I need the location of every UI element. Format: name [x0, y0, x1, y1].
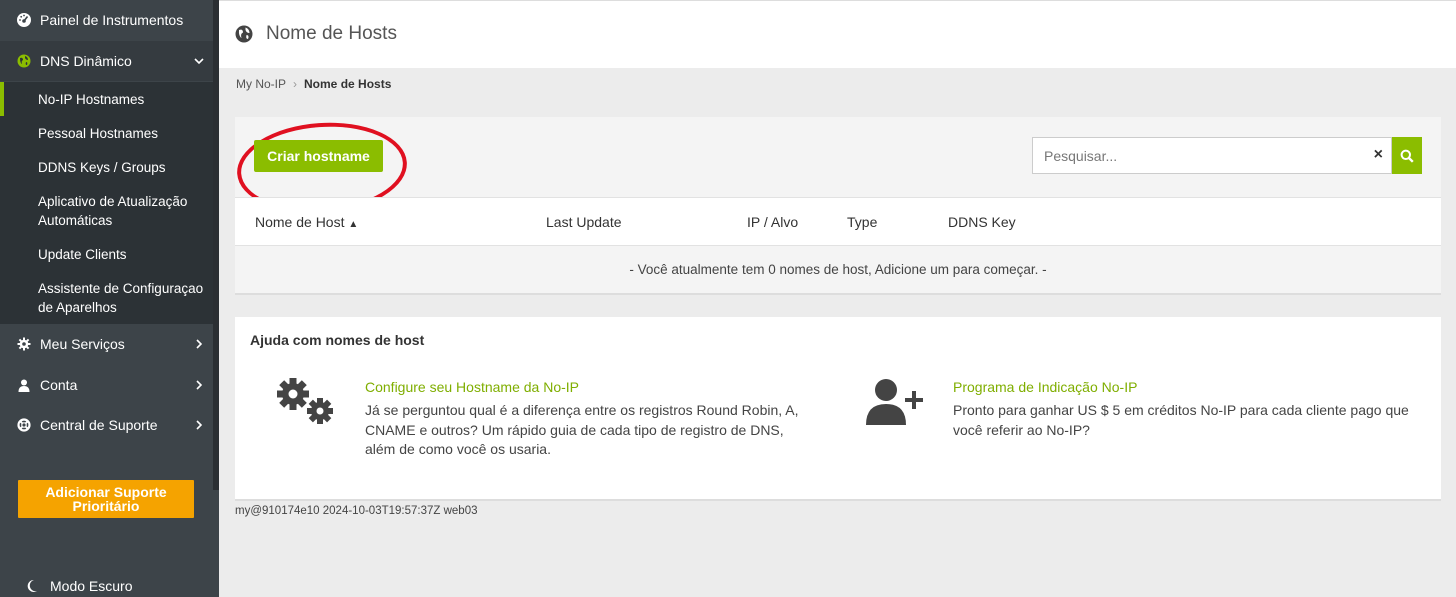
- column-header-hostname[interactable]: Nome de Host ▲: [255, 214, 358, 230]
- dashboard-icon: [16, 12, 32, 28]
- help-title: Ajuda com nomes de host: [250, 332, 425, 348]
- configure-hostname-link[interactable]: Configure seu Hostname da No-IP: [365, 379, 579, 395]
- sidebar-scrollbar[interactable]: [213, 0, 219, 490]
- configure-hostname-text: Já se perguntou qual é a diferença entre…: [365, 402, 799, 457]
- sidebar: Painel de Instrumentos DNS Dinâmico No-I…: [0, 0, 219, 597]
- submenu-item-device-config[interactable]: Assistente de Configuraçao de Aparelhos: [38, 279, 208, 317]
- sidebar-item-label: Painel de Instrumentos: [40, 12, 184, 28]
- page-title: Nome de Hosts: [266, 23, 397, 44]
- submenu-item-personal-hostnames[interactable]: Pessoal Hostnames: [38, 124, 208, 143]
- referral-program-link[interactable]: Programa de Indicação No-IP: [953, 379, 1137, 395]
- chevron-down-icon: [193, 54, 205, 70]
- search-input[interactable]: [1033, 138, 1353, 173]
- chevron-right-icon: [193, 418, 205, 434]
- clear-search-icon[interactable]: ×: [1374, 146, 1383, 164]
- sidebar-item-account[interactable]: Conta: [0, 365, 213, 405]
- sidebar-item-services[interactable]: Meu Serviços: [0, 324, 213, 364]
- search-field: ×: [1032, 137, 1392, 174]
- referral-program-text: Pronto para ganhar US $ 5 em créditos No…: [953, 402, 1409, 438]
- empty-table-message: - Você atualmente tem 0 nomes de host, A…: [629, 262, 1047, 277]
- breadcrumb: My No-IP › Nome de Hosts: [236, 77, 391, 91]
- submenu-item-auto-update-app[interactable]: Aplicativo de Atualização Automáticas: [38, 192, 208, 230]
- chevron-right-icon: [193, 378, 205, 394]
- search-icon: [1400, 149, 1414, 163]
- search-button[interactable]: [1392, 137, 1422, 174]
- sidebar-item-dashboard[interactable]: Painel de Instrumentos: [0, 0, 213, 40]
- submenu-item-noip-hostnames[interactable]: No-IP Hostnames: [38, 90, 208, 109]
- gear-icon: [16, 336, 32, 352]
- active-indicator: [0, 82, 4, 116]
- column-header-ddns-key[interactable]: DDNS Key: [948, 214, 1016, 230]
- globe-icon: [235, 25, 253, 48]
- table-header: Nome de Host ▲ Last Update IP / Alvo Typ…: [235, 197, 1441, 246]
- page-header: Nome de Hosts: [219, 0, 1456, 68]
- sort-asc-icon: ▲: [348, 219, 359, 230]
- breadcrumb-separator-icon: ›: [293, 77, 298, 91]
- dns-submenu: No-IP Hostnames Pessoal Hostnames DDNS K…: [0, 82, 213, 324]
- breadcrumb-current: Nome de Hosts: [304, 77, 392, 91]
- add-priority-support-button[interactable]: Adicionar Suporte Prioritário: [18, 480, 194, 518]
- column-header-last-update[interactable]: Last Update: [546, 214, 622, 230]
- submenu-item-ddns-keys[interactable]: DDNS Keys / Groups: [38, 158, 208, 177]
- lifebuoy-icon: [16, 417, 32, 433]
- gears-icon: [276, 377, 338, 432]
- breadcrumb-root[interactable]: My No-IP: [236, 77, 286, 91]
- sidebar-item-support[interactable]: Central de Suporte: [0, 405, 213, 445]
- column-header-ip-target[interactable]: IP / Alvo: [747, 214, 798, 230]
- add-user-icon: [865, 377, 927, 432]
- help-card: Ajuda com nomes de host Configure seu Ho…: [235, 317, 1441, 501]
- sidebar-item-label: Conta: [40, 377, 78, 393]
- dark-mode-label: Modo Escuro: [50, 578, 133, 594]
- build-info: my@910174e10 2024-10-03T19:57:37Z web03: [235, 505, 478, 517]
- create-hostname-button[interactable]: Criar hostname: [254, 140, 383, 172]
- sidebar-item-label: Meu Serviços: [40, 336, 125, 352]
- moon-icon: [26, 579, 38, 593]
- globe-icon: [16, 53, 32, 69]
- chevron-right-icon: [193, 337, 205, 353]
- sidebar-item-label: Central de Suporte: [40, 417, 158, 433]
- sidebar-item-label: DNS Dinâmico: [40, 53, 132, 69]
- dark-mode-toggle[interactable]: Modo Escuro: [26, 578, 132, 594]
- sidebar-item-dns[interactable]: DNS Dinâmico: [0, 41, 213, 81]
- hostnames-card: Criar hostname × Nome de Host ▲ Last Upd…: [234, 117, 1441, 295]
- submenu-item-update-clients[interactable]: Update Clients: [38, 245, 208, 264]
- column-header-type[interactable]: Type: [847, 214, 877, 230]
- user-icon: [16, 377, 32, 393]
